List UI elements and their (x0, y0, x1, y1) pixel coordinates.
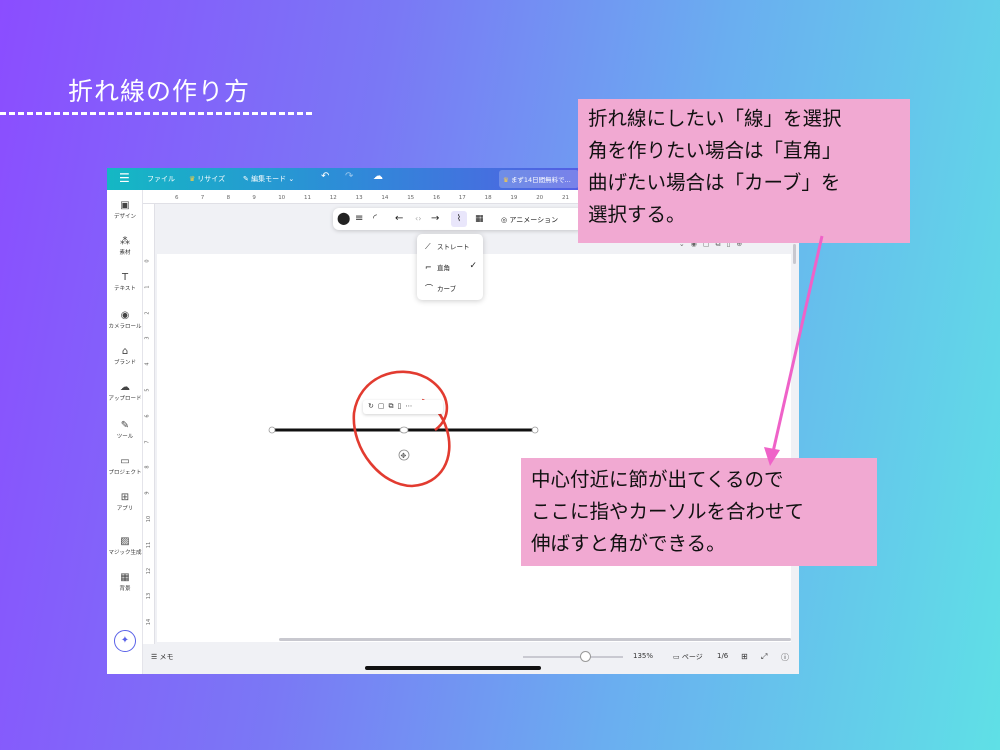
pages-button[interactable]: ▭ ページ (673, 652, 703, 662)
zoom-slider-thumb[interactable] (580, 651, 591, 662)
line-end-handle[interactable] (531, 426, 539, 434)
menu-item-straight[interactable]: ⟋ ストレート (425, 241, 481, 255)
home-indicator (365, 666, 541, 670)
zoom-slider[interactable] (523, 656, 623, 658)
check-icon: ✓ (469, 261, 477, 271)
element-toolbar: ↻▢⧉▯⋯ (363, 400, 443, 414)
line-toolbar: ⬤ ≡ ◜ ← ‹› → ⌇ ▦ ◎ アニメーション (333, 208, 583, 230)
callout-select-line-type: 折れ線にしたい「線」を選択 角を作りたい場合は「直角」 曲げたい場合は「カーブ」を選… (578, 99, 910, 243)
menu-item-curve[interactable]: ⌒ カーブ (425, 283, 481, 297)
rotate-icon[interactable]: ↻ (368, 402, 378, 410)
callout-line: 伸ばすと角ができる。 (531, 532, 726, 555)
line-start-handle[interactable] (268, 426, 276, 434)
lock-icon[interactable]: ▢ (378, 402, 389, 410)
menu-item-label: カーブ (437, 285, 457, 293)
duplicate-icon[interactable]: ⧉ (389, 402, 398, 410)
vertical-scrollbar[interactable] (793, 244, 796, 264)
more-icon[interactable]: ⋯ (405, 402, 416, 410)
elbow-line-icon: ⌐ (425, 263, 432, 272)
transparency-icon[interactable]: ▦ (475, 212, 484, 226)
corner-icon[interactable]: ◜ (373, 212, 377, 226)
line-color-icon[interactable]: ⬤ (337, 211, 350, 225)
animation-label: アニメーション (509, 216, 559, 224)
straight-line-icon: ⟋ (425, 242, 431, 251)
grid-view-icon[interactable]: ⊞ (741, 652, 748, 661)
callout-line: ここに指やカーソルを合わせて (531, 500, 805, 523)
app-screenshot: ☰ ファイル ♛ リサイズ ✎ 編集モード ⌄ ↶ ↷ ☁ ♛ まず14日間無料で.… (107, 168, 799, 674)
title-underline (0, 112, 312, 115)
menu-item-elbow[interactable]: ⌐ 直角 ✓ (425, 261, 481, 276)
curve-line-icon: ⌒ (425, 284, 433, 293)
pages-icon: ▭ (673, 653, 682, 661)
zoom-value: 135% (633, 652, 654, 660)
callout-line: 中心付近に節が出てくるので (531, 468, 784, 491)
callout-line: 選択する。 (588, 203, 686, 226)
line-weight-icon[interactable]: ≡ (355, 212, 363, 226)
page-count: 1/6 (717, 652, 729, 660)
line-midpoint-node[interactable] (399, 426, 409, 434)
callout-drag-node: 中心付近に節が出てくるので ここに指やカーソルを合わせて 伸ばすと角ができる。 (521, 458, 877, 566)
menu-item-label: ストレート (437, 243, 470, 251)
memo-button[interactable]: ☰ メモ (151, 652, 174, 662)
notes-icon: ☰ (151, 653, 160, 661)
horizontal-scrollbar[interactable] (279, 638, 791, 641)
pages-label: ページ (681, 653, 703, 661)
animation-button[interactable]: ◎ アニメーション (501, 213, 558, 227)
slide-title: 折れ線の作り方 (68, 77, 251, 106)
move-icon: ✥ (401, 452, 407, 460)
memo-label: メモ (159, 653, 174, 661)
swap-icon[interactable]: ‹› (415, 212, 421, 226)
arrow-start-icon[interactable]: ← (395, 212, 403, 226)
help-icon[interactable]: ⓘ (781, 652, 789, 663)
callout-line: 曲げたい場合は「カーブ」を (588, 171, 841, 194)
arrow-end-icon[interactable]: → (431, 212, 439, 226)
callout-line: 折れ線にしたい「線」を選択 (588, 107, 842, 130)
line-type-button[interactable]: ⌇ (451, 211, 467, 227)
fullscreen-icon[interactable]: ⤢ (761, 652, 767, 662)
line-type-menu: ⟋ ストレート ⌐ 直角 ✓ ⌒ カーブ (417, 234, 483, 300)
menu-item-label: 直角 (437, 264, 450, 272)
callout-line: 角を作りたい場合は「直角」 (588, 139, 842, 162)
